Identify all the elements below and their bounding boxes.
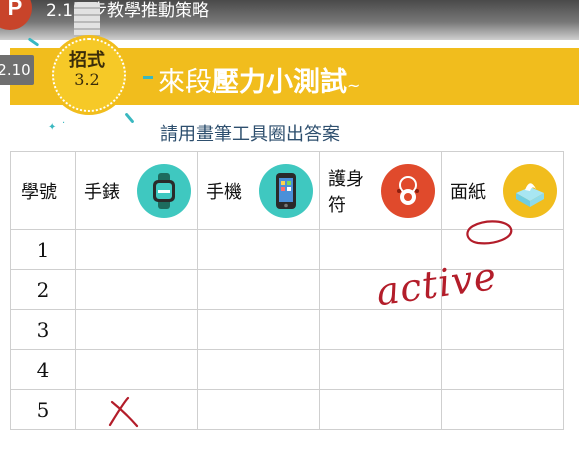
header-label: 護身符 [328, 168, 364, 216]
answer-cell[interactable] [75, 389, 198, 430]
header-label: 手機 [206, 181, 242, 203]
answer-cell[interactable] [197, 309, 320, 350]
answer-cell[interactable] [75, 349, 198, 390]
answer-cell[interactable] [319, 389, 442, 430]
sparkle-icon: · [62, 118, 66, 129]
student-number: 5 [10, 389, 76, 430]
answer-cell[interactable] [197, 349, 320, 390]
smartwatch-icon [137, 163, 191, 218]
sparkle-icon: ✦ [48, 122, 57, 133]
header-phone: 手機 [197, 151, 320, 230]
title-bold: 壓力小測試 [212, 67, 347, 98]
answer-cell[interactable] [319, 309, 442, 350]
header-label: 學號 [21, 181, 57, 203]
title-plain: 來段 [158, 67, 212, 98]
answer-cell[interactable] [441, 389, 564, 430]
header-watch: 手錶 [75, 151, 198, 230]
answer-cell[interactable] [441, 309, 564, 350]
powerpoint-logo-icon: P [0, 0, 32, 30]
bulb-base-icon [74, 2, 100, 38]
amulet-icon [381, 163, 435, 218]
badge-label: 招式 [69, 50, 105, 71]
header-student-id: 學號 [10, 151, 76, 230]
header-tissue: 面紙 [441, 151, 564, 230]
header-label: 面紙 [450, 181, 486, 203]
answer-cell[interactable] [197, 229, 320, 270]
instruction-text: 請用畫筆工具圈出答案 [160, 124, 340, 145]
answer-cell[interactable] [319, 349, 442, 390]
answer-cell[interactable] [75, 269, 198, 310]
badge-number: 3.2 [74, 70, 100, 89]
answer-cell[interactable] [75, 229, 198, 270]
table-header-row: 學號 手錶 手機 護身符 面紙 [10, 151, 564, 230]
answer-cell[interactable] [197, 269, 320, 310]
header-amulet: 護身符 [319, 151, 442, 230]
smartphone-icon [259, 163, 313, 218]
lightbulb-badge: 招式 3.2 ✦ · [27, 0, 150, 135]
title-dash [143, 76, 153, 79]
ray-decoration [124, 112, 135, 124]
logo-letter: P [7, 0, 23, 20]
answer-cell[interactable] [197, 389, 320, 430]
slide-number-badge[interactable]: 2.10 [0, 55, 34, 85]
tissue-box-icon [503, 163, 557, 218]
table-row: 5 [10, 389, 564, 430]
table-row: 3 [10, 309, 564, 350]
student-number: 3 [10, 309, 76, 350]
header-label: 手錶 [84, 181, 120, 203]
answer-cell[interactable] [441, 349, 564, 390]
title-tilde: ~ [347, 76, 361, 95]
answer-cell[interactable] [75, 309, 198, 350]
student-number: 4 [10, 349, 76, 390]
table-row: 4 [10, 349, 564, 390]
student-number: 2 [10, 269, 76, 310]
slide-title: 來段壓力小測試~ [158, 60, 360, 99]
student-number: 1 [10, 229, 76, 270]
